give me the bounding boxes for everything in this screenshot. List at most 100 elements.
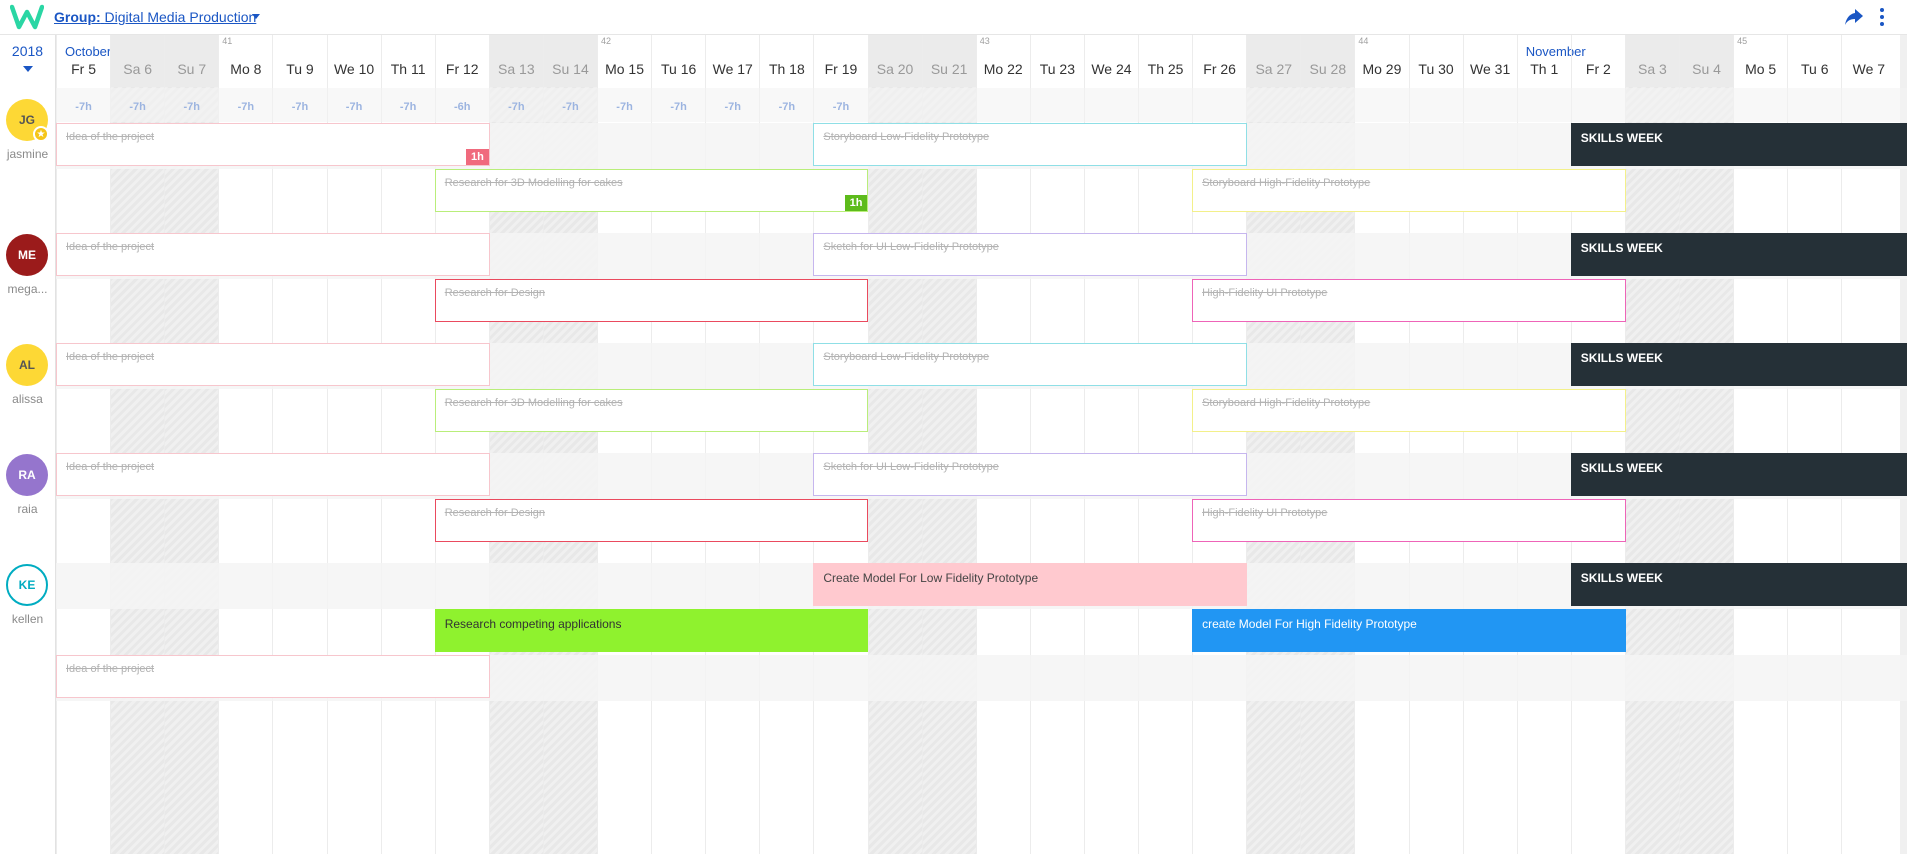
- day-label: Sa 27: [1255, 61, 1293, 77]
- star-icon: ★: [33, 126, 49, 142]
- day-label: Fr 12: [445, 61, 479, 77]
- top-bar: Group: Digital Media Production: [0, 0, 1907, 35]
- task-label: Storyboard High-Fidelity Prototype: [1202, 177, 1371, 189]
- avatar[interactable]: AL: [6, 344, 48, 386]
- task-label: SKILLS WEEK: [1580, 461, 1663, 475]
- day-label: Su 4: [1692, 61, 1721, 77]
- task-bar[interactable]: Idea of the project 1h: [56, 123, 490, 166]
- task-label: SKILLS WEEK: [1580, 241, 1663, 255]
- task-label: High-Fidelity UI Prototype: [1202, 507, 1328, 519]
- task-label: Research for 3D Modelling for cakes: [444, 397, 623, 409]
- task-bar[interactable]: Storyboard Low-Fidelity Prototype: [813, 123, 1248, 166]
- day-label: Mo 8: [230, 61, 262, 77]
- group-prefix: Group:: [54, 9, 101, 25]
- day-label: We 7: [1852, 61, 1886, 77]
- task-label: Sketch for UI Low-Fidelity Prototype: [823, 241, 999, 253]
- user-column: 2018 JG ★ jasmine ME mega... AL alissa RA raia KE…: [0, 35, 56, 854]
- task-label: Idea of the project: [66, 241, 155, 253]
- day-label: Su 14: [552, 61, 589, 77]
- user-name: raia: [17, 502, 38, 516]
- task-label: Research for Design: [444, 287, 545, 299]
- task-label: Idea of the project: [66, 461, 155, 473]
- day-label: Tu 30: [1418, 61, 1454, 77]
- task-bar[interactable]: Idea of the project: [56, 233, 490, 276]
- day-label: Sa 6: [123, 61, 153, 77]
- task-bar[interactable]: Storyboard High-Fidelity Prototype: [1192, 169, 1626, 212]
- day-label: We 17: [712, 61, 753, 77]
- task-label: Sketch for UI Low-Fidelity Prototype: [823, 461, 999, 473]
- task-bar[interactable]: Storyboard Low-Fidelity Prototype: [813, 343, 1248, 386]
- day-label: Sa 20: [876, 61, 914, 77]
- task-bar[interactable]: Research for Design: [434, 499, 869, 542]
- task-label: Research for Design: [444, 507, 545, 519]
- day-label: Tu 16: [661, 61, 697, 77]
- week-number: 44: [1358, 36, 1369, 46]
- day-label: We 10: [333, 61, 375, 77]
- day-label: Fr 5: [71, 61, 96, 77]
- avatar[interactable]: RA: [6, 454, 48, 496]
- avatar[interactable]: ME: [6, 234, 48, 276]
- task-label: Research for 3D Modelling for cakes: [444, 177, 623, 189]
- task-bar[interactable]: Research competing applications: [434, 609, 869, 652]
- hours-row-band: [56, 88, 1907, 122]
- task-bar[interactable]: Research for 3D Modelling for cakes 1h: [434, 169, 869, 212]
- chevron-down-icon: [22, 66, 33, 72]
- year-selector[interactable]: 2018: [0, 43, 55, 77]
- task-label: SKILLS WEEK: [1580, 351, 1663, 365]
- task-bar[interactable]: High-Fidelity UI Prototype: [1192, 279, 1626, 322]
- day-label: Th 18: [768, 61, 805, 77]
- day-label: We 24: [1091, 61, 1132, 77]
- day-label: Sa 13: [498, 61, 535, 77]
- day-label: Fr 19: [824, 61, 858, 77]
- day-label: Fr 26: [1203, 61, 1236, 77]
- task-bar[interactable]: Research for 3D Modelling for cakes: [434, 389, 869, 432]
- task-bar[interactable]: Storyboard High-Fidelity Prototype: [1192, 389, 1626, 432]
- task-bar[interactable]: Sketch for UI Low-Fidelity Prototype: [813, 233, 1248, 276]
- task-label: Storyboard Low-Fidelity Prototype: [823, 131, 990, 143]
- task-label: SKILLS WEEK: [1580, 571, 1663, 585]
- week-number: 41: [222, 36, 233, 46]
- task-bar[interactable]: Sketch for UI Low-Fidelity Prototype: [813, 453, 1248, 496]
- task-label: Idea of the project: [66, 351, 155, 363]
- task-bar[interactable]: High-Fidelity UI Prototype: [1192, 499, 1626, 542]
- task-label: SKILLS WEEK: [1580, 131, 1663, 145]
- share-icon[interactable]: [1844, 8, 1864, 26]
- month-label: October: [65, 44, 112, 59]
- week-number: 45: [1737, 36, 1748, 46]
- task-bar[interactable]: Research for Design: [434, 279, 869, 322]
- task-bar[interactable]: Idea of the project: [56, 453, 490, 496]
- chevron-down-icon[interactable]: [252, 14, 260, 19]
- year-label: 2018: [11, 43, 44, 59]
- task-bar[interactable]: Idea of the project: [56, 343, 490, 386]
- day-label: Su 21: [930, 61, 968, 77]
- day-label: Mo 22: [983, 61, 1023, 77]
- more-vertical-icon[interactable]: [1876, 7, 1888, 27]
- task-bar[interactable]: SKILLS WEEK: [1570, 563, 1907, 606]
- avatar[interactable]: KE: [6, 564, 48, 606]
- task-bar[interactable]: Create Model For Low Fidelity Prototype: [813, 563, 1248, 606]
- hours-badge: 1h: [465, 149, 489, 165]
- day-label: Tu 9: [286, 61, 314, 77]
- day-label: Th 11: [390, 61, 426, 77]
- group-name: Digital Media Production: [104, 9, 257, 25]
- task-bar[interactable]: SKILLS WEEK: [1570, 123, 1907, 166]
- task-bar[interactable]: SKILLS WEEK: [1570, 453, 1907, 496]
- app-logo[interactable]: [10, 3, 44, 31]
- task-bar[interactable]: SKILLS WEEK: [1570, 343, 1907, 386]
- hours-badge: 1h: [844, 195, 868, 211]
- user-name: jasmine: [6, 147, 49, 161]
- task-label: Research competing applications: [444, 617, 622, 631]
- week-number: 43: [979, 36, 990, 46]
- day-label: Tu 6: [1800, 61, 1829, 77]
- task-label: Storyboard High-Fidelity Prototype: [1202, 397, 1371, 409]
- task-bar[interactable]: SKILLS WEEK: [1570, 233, 1907, 276]
- day-label: Tu 23: [1039, 61, 1075, 77]
- task-bar[interactable]: create Model For High Fidelity Prototype: [1192, 609, 1626, 652]
- group-selector[interactable]: Group: Digital Media Production: [54, 9, 256, 25]
- task-bar[interactable]: Idea of the project: [56, 655, 490, 698]
- user-name: alissa: [12, 392, 43, 406]
- user-name: kellen: [11, 612, 44, 626]
- day-label: Fr 2: [1585, 61, 1611, 77]
- task-label: Storyboard Low-Fidelity Prototype: [823, 351, 990, 363]
- week-number: 42: [601, 36, 612, 46]
